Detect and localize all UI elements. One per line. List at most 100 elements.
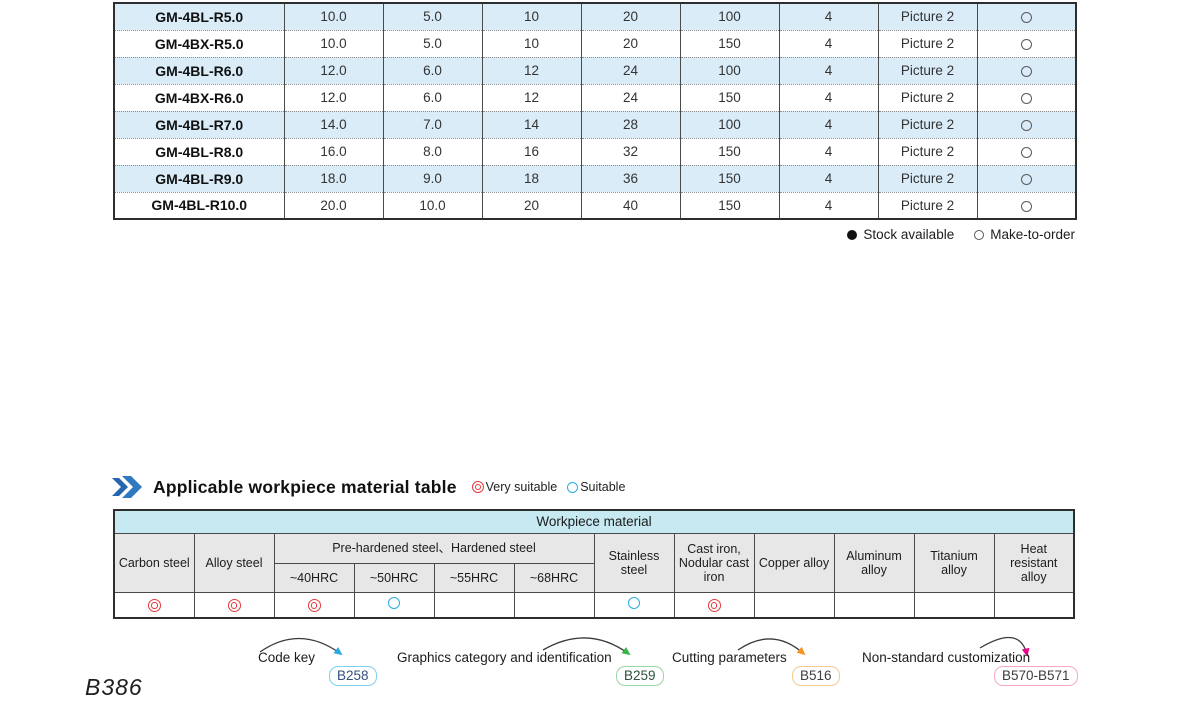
ref-label-non-standard-customization: Non-standard customization <box>862 650 1031 665</box>
spec-value: 100 <box>680 110 780 138</box>
workpiece-material-table: Workpiece material Carbon steel Alloy st… <box>113 509 1075 619</box>
spec-value: 4 <box>779 191 879 219</box>
very-suitable-icon <box>707 599 721 612</box>
model-code: GM-4BL-R7.0 <box>114 110 285 138</box>
spec-value: 5.0 <box>383 29 483 57</box>
legend-suitable: Suitable <box>567 480 625 494</box>
make-to-order-icon <box>1020 65 1032 77</box>
spec-value: 4 <box>779 3 879 30</box>
rating-cell <box>753 591 835 619</box>
spec-value: 6.0 <box>383 56 483 84</box>
legend-label: Stock available <box>863 227 955 242</box>
spec-value: 8.0 <box>383 137 483 165</box>
make-to-order-icon <box>974 229 985 240</box>
very-suitable-icon <box>471 481 484 493</box>
col-55hrc: ~55HRC <box>433 562 515 593</box>
rating-cell <box>993 591 1075 619</box>
rating-cell <box>273 591 355 619</box>
spec-value: Picture 2 <box>878 137 978 165</box>
ref-label-cutting-parameters: Cutting parameters <box>672 650 787 665</box>
table-row: GM-4BL-R10.0 20.0 10.0 20 40 150 4 Pictu… <box>114 191 1076 219</box>
rating-cell <box>353 591 435 619</box>
spec-value: 9.0 <box>383 164 483 192</box>
spec-value: 20 <box>581 3 681 30</box>
product-spec-table: GM-4BL-R5.0 10.0 5.0 10 20 100 4 Picture… <box>113 2 1077 220</box>
suitable-icon <box>567 481 579 493</box>
spec-value: 10.0 <box>383 191 483 219</box>
spec-value: Picture 2 <box>878 164 978 192</box>
col-titanium-alloy: Titanium alloy <box>913 532 995 593</box>
ref-label-code-key: Code key <box>258 650 316 665</box>
legend-stock-available: Stock available <box>847 227 954 242</box>
spec-value: 12.0 <box>284 83 384 111</box>
col-stainless-steel: Stainless steel <box>593 532 675 593</box>
ref-label-graphics-category: Graphics category and identification <box>397 650 612 665</box>
spec-value: 16.0 <box>284 137 384 165</box>
spec-value: Picture 2 <box>878 83 978 111</box>
model-code: GM-4BL-R8.0 <box>114 137 285 165</box>
rating-cell <box>193 591 275 619</box>
stock-available-icon <box>847 229 858 240</box>
availability-cell <box>977 56 1076 84</box>
col-alloy-steel: Alloy steel <box>193 532 275 593</box>
ref-badge-b258: B258 <box>329 666 377 686</box>
model-code: GM-4BX-R5.0 <box>114 29 285 57</box>
table-row: GM-4BX-R5.0 10.0 5.0 10 20 150 4 Picture… <box>114 29 1076 57</box>
make-to-order-icon <box>1020 173 1032 185</box>
spec-value: 4 <box>779 164 879 192</box>
spec-value: 10.0 <box>284 29 384 57</box>
col-50hrc: ~50HRC <box>353 562 435 593</box>
spec-value: 4 <box>779 29 879 57</box>
spec-value: 100 <box>680 56 780 84</box>
availability-cell <box>977 191 1076 219</box>
col-cast-iron: Cast iron, Nodular cast iron <box>673 532 755 593</box>
spec-value: Picture 2 <box>878 3 978 30</box>
spec-value: 150 <box>680 83 780 111</box>
spec-value: 150 <box>680 29 780 57</box>
spec-value: Picture 2 <box>878 56 978 84</box>
table-header-row: Carbon steel Alloy steel Pre-hardened st… <box>113 532 1075 593</box>
make-to-order-icon <box>1020 92 1032 104</box>
availability-cell <box>977 3 1076 30</box>
table-row: GM-4BL-R7.0 14.0 7.0 14 28 100 4 Picture… <box>114 110 1076 138</box>
spec-value: 28 <box>581 110 681 138</box>
spec-value: 5.0 <box>383 3 483 30</box>
spec-value: 24 <box>581 56 681 84</box>
spec-value: 32 <box>581 137 681 165</box>
spec-value: Picture 2 <box>878 191 978 219</box>
page-number: B386 <box>85 674 143 700</box>
rating-cell <box>593 591 675 619</box>
spec-value: 6.0 <box>383 83 483 111</box>
suitable-icon <box>628 596 640 609</box>
model-code: GM-4BL-R6.0 <box>114 56 285 84</box>
availability-cell <box>977 137 1076 165</box>
make-to-order-icon <box>1020 38 1032 50</box>
col-carbon-steel: Carbon steel <box>113 532 195 593</box>
spec-value: 20 <box>482 191 582 219</box>
spec-value: 36 <box>581 164 681 192</box>
spec-value: 40 <box>581 191 681 219</box>
spec-value: 12 <box>482 56 582 84</box>
legend-make-to-order: Make-to-order <box>974 227 1075 242</box>
stock-legend: Stock available Make-to-order <box>113 227 1075 242</box>
table-caption-row: Workpiece material <box>113 509 1075 534</box>
spec-value: Picture 2 <box>878 29 978 57</box>
legend-label: Very suitable <box>485 480 558 494</box>
double-chevron-icon <box>112 476 142 498</box>
section-title: Applicable workpiece material table <box>153 476 457 497</box>
col-heat-resistant-alloy: Heat resistant alloy <box>993 532 1075 593</box>
spec-value: 7.0 <box>383 110 483 138</box>
spec-value: 4 <box>779 83 879 111</box>
spec-value: 150 <box>680 164 780 192</box>
ref-badge-b570-b571: B570-B571 <box>994 666 1078 686</box>
spec-value: 20 <box>581 29 681 57</box>
spec-value: 14 <box>482 110 582 138</box>
spec-value: 14.0 <box>284 110 384 138</box>
spec-value: 4 <box>779 110 879 138</box>
spec-value: 150 <box>680 191 780 219</box>
material-section-header: Applicable workpiece material table Very… <box>112 476 625 498</box>
ref-badge-b259: B259 <box>616 666 664 686</box>
spec-value: Picture 2 <box>878 110 978 138</box>
very-suitable-icon <box>307 599 321 612</box>
very-suitable-icon <box>227 599 241 612</box>
